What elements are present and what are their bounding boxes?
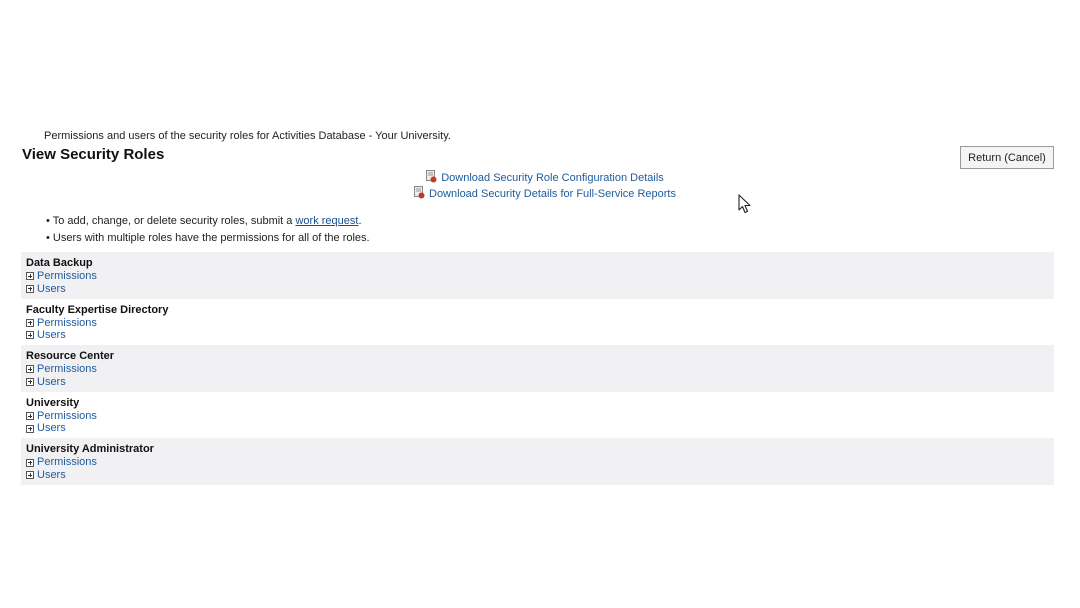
permissions-link[interactable]: Permissions [37,410,97,423]
roles-list: Data Backup Permissions Users Faculty Ex… [21,252,1054,485]
document-icon [426,170,437,183]
expand-plus-icon[interactable] [26,318,34,327]
note-work-request: • To add, change, or delete security rol… [46,215,362,227]
users-link[interactable]: Users [37,422,66,435]
role-permissions-toggle[interactable]: Permissions [26,270,1054,283]
work-request-link[interactable]: work request [295,215,358,227]
permissions-link[interactable]: Permissions [37,456,97,469]
expand-plus-icon[interactable] [26,424,34,433]
permissions-link[interactable]: Permissions [37,363,97,376]
expand-plus-icon[interactable] [26,377,34,386]
role-data-backup: Data Backup Permissions Users [21,252,1054,299]
role-users-toggle[interactable]: Users [26,422,1054,435]
notes-list: • To add, change, or delete security rol… [46,213,370,247]
page-subtitle: Permissions and users of the security ro… [44,130,451,142]
role-name: Resource Center [26,350,115,363]
role-name: Faculty Expertise Directory [26,303,169,316]
role-faculty-expertise-directory: Faculty Expertise Directory Permissions … [21,299,1054,346]
download-links: Download Security Role Configuration Det… [0,170,1080,202]
expand-plus-icon[interactable] [26,284,34,293]
download-row-config: Download Security Role Configuration Det… [0,170,1080,186]
permissions-link[interactable]: Permissions [37,317,97,330]
document-icon [414,186,425,199]
users-link[interactable]: Users [37,376,66,389]
return-cancel-button[interactable]: Return (Cancel) [960,146,1054,169]
page-title: View Security Roles [22,146,165,163]
role-permissions-toggle[interactable]: Permissions [26,363,1054,376]
expand-plus-icon[interactable] [26,471,34,480]
expand-plus-icon[interactable] [26,365,34,374]
expand-plus-icon[interactable] [26,412,34,421]
users-link[interactable]: Users [37,283,66,296]
role-name: University [26,396,80,409]
role-users-toggle[interactable]: Users [26,283,1054,296]
download-config-link[interactable]: Download Security Role Configuration Det… [441,172,664,184]
download-reports-link[interactable]: Download Security Details for Full-Servi… [429,188,676,200]
download-row-reports: Download Security Details for Full-Servi… [0,186,1080,202]
role-users-toggle[interactable]: Users [26,469,1054,482]
role-resource-center: Resource Center Permissions Users [21,345,1054,392]
role-name: Data Backup [26,257,93,269]
note-multiple-roles: • Users with multiple roles have the per… [46,232,370,244]
permissions-link[interactable]: Permissions [37,270,97,283]
users-link[interactable]: Users [37,469,66,482]
expand-plus-icon[interactable] [26,458,34,467]
role-permissions-toggle[interactable]: Permissions [26,456,1054,469]
role-permissions-toggle[interactable]: Permissions [26,410,1054,423]
role-university-administrator: University Administrator Permissions Use… [21,438,1054,485]
role-users-toggle[interactable]: Users [26,329,1054,342]
role-permissions-toggle[interactable]: Permissions [26,317,1054,330]
users-link[interactable]: Users [37,329,66,342]
expand-plus-icon[interactable] [26,272,34,281]
expand-plus-icon[interactable] [26,331,34,340]
role-users-toggle[interactable]: Users [26,376,1054,389]
role-university: University Permissions Users [21,392,1054,439]
role-name: University Administrator [26,443,154,456]
mouse-pointer-icon [738,194,751,214]
